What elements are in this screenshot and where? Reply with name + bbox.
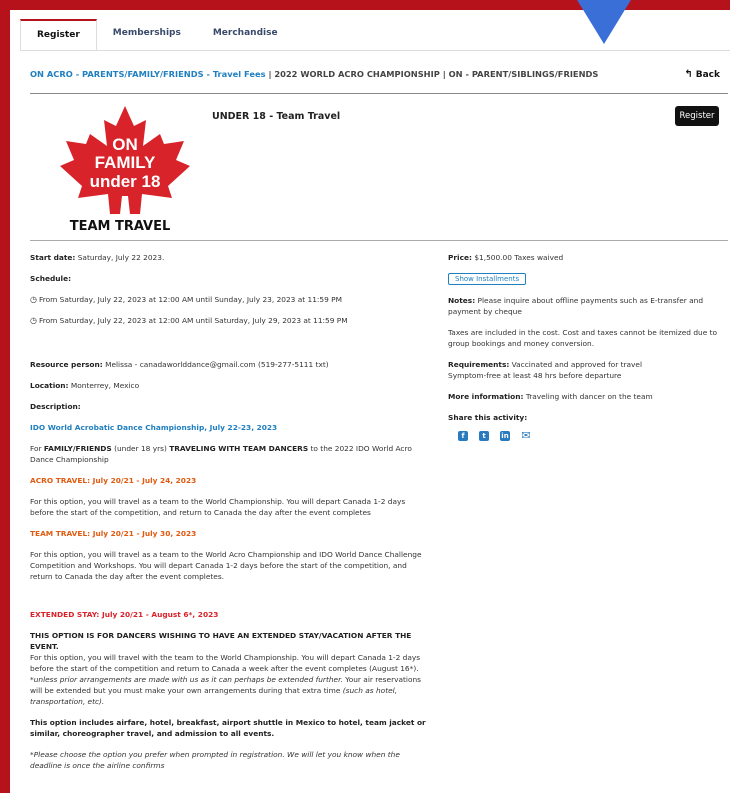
extended-stay-body: For this option, you will travel with th… [30,653,421,673]
price: Price: $1,500.00 Taxes waived [448,252,730,263]
clock-icon: ◷ [30,316,37,325]
breadcrumb-separator: | [442,69,446,79]
twitter-icon[interactable]: t [479,431,489,441]
description-intro: For FAMILY/FRIENDS (under 18 yrs) TRAVEL… [30,443,430,465]
mail-icon[interactable]: ✉ [521,430,531,441]
back-button[interactable]: ↰ Back [684,69,720,80]
breadcrumb-separator: | [268,69,272,79]
start-date-value: Saturday, July 22 2023. [77,253,165,262]
activity-card: Register Memberships Merchandise ON ACRO… [10,12,730,793]
schedule-label: Schedule: [30,273,430,284]
requirements: Requirements: Vaccinated and approved fo… [448,359,730,381]
start-date-label: Start date: [30,253,76,262]
clock-icon: ◷ [30,295,37,304]
notes-value: Please inquire about offline payments su… [448,296,704,316]
schedule-item: ◷ From Saturday, July 22, 2023 at 12:00 A… [30,294,430,305]
includes-bold: This option includes airfare, hotel, bre… [30,718,426,738]
tab-register[interactable]: Register [20,19,97,51]
extended-stay-text: THIS OPTION IS FOR DANCERS WISHING TO HA… [30,630,430,707]
left-accent-bar [0,0,10,793]
start-date: Start date: Saturday, July 22 2023. [30,252,430,263]
schedule-item-text: From Saturday, July 22, 2023 at 12:00 AM… [38,295,342,304]
share-icons: f t in ✉ [458,430,730,441]
requirements-value: Vaccinated and approved for travel [511,360,643,369]
back-arrow-icon: ↰ [684,69,693,80]
location-value: Monterrey, Mexico [70,381,140,390]
location: Location: Monterrey, Mexico [30,380,430,391]
intro-text: For [30,444,44,453]
price-value: $1,500.00 Taxes waived [474,253,564,262]
extended-stay-bold: THIS OPTION IS FOR DANCERS WISHING TO HA… [30,631,412,651]
schedule-item-text: From Saturday, July 22, 2023 at 12:00 AM… [38,316,348,325]
maple-leaf-logo: ON FAMILY under 18 TEAM TRAVEL [60,106,190,234]
description-heading: IDO World Acrobatic Dance Championship, … [30,423,278,432]
location-label: Location: [30,381,69,390]
more-info-value: Traveling with dancer on the team [525,392,653,401]
breadcrumb-item: 2022 WORLD ACRO CHAMPIONSHIP [274,69,440,79]
resource-person: Resource person: Melissa - canadaworldda… [30,359,430,370]
description-label: Description: [30,401,430,412]
activity-title: UNDER 18 - Team Travel [212,111,341,122]
includes-text: This option includes airfare, hotel, bre… [30,717,430,739]
breadcrumb-item: ON - PARENT/SIBLINGS/FRIENDS [448,69,599,79]
logo-text-family: FAMILY [95,153,156,172]
logo-text-under18: under 18 [90,172,161,191]
show-installments-button[interactable]: Show Installments [448,273,527,285]
breadcrumb: ON ACRO - PARENTS/FAMILY/FRIENDS - Trave… [30,69,598,79]
logo-text-team-travel: TEAM TRAVEL [70,219,171,234]
schedule-label-text: Schedule: [30,274,72,283]
schedule-item: ◷ From Saturday, July 22, 2023 at 12:00 A… [30,315,430,326]
footnote: *Please choose the option you prefer whe… [30,749,430,771]
header-divider [30,93,728,94]
activity-logo: ON FAMILY under 18 TEAM TRAVEL [50,104,200,234]
acro-travel-heading: ACRO TRAVEL: July 20/21 - July 24, 2023 [30,476,197,485]
notes: Notes: Please inquire about offline paym… [448,295,730,317]
resource-label: Resource person: [30,360,103,369]
notes-label: Notes: [448,296,476,305]
tab-memberships[interactable]: Memberships [97,19,197,51]
intro-bold: TRAVELING WITH TEAM DANCERS [169,444,309,453]
more-information: More information: Traveling with dancer … [448,391,730,402]
details-column: Start date: Saturday, July 22 2023. Sche… [30,252,430,781]
linkedin-icon[interactable]: in [500,431,510,441]
share-label: Share this activity: [448,412,730,423]
intro-text: (under 18 yrs) [111,444,170,453]
tab-merchandise[interactable]: Merchandise [197,19,294,51]
requirements-label: Requirements: [448,360,510,369]
extended-stay-heading: EXTENDED STAY: July 20/21 - August 6*, 2… [30,610,219,619]
team-travel-text: For this option, you will travel as a te… [30,550,422,581]
register-button[interactable]: Register [675,106,719,126]
requirements-value: Symptom-free at least 48 hrs before depa… [448,371,622,380]
extended-stay-italic: *unless prior arrangements are made with… [30,675,343,684]
share-label-text: Share this activity: [448,413,528,422]
details-divider [30,240,728,241]
team-travel-heading: TEAM TRAVEL: July 20/21 - July 30, 2023 [30,529,197,538]
logo-text-on: ON [112,135,138,154]
side-column: Price: $1,500.00 Taxes waived Show Insta… [448,252,730,441]
acro-travel-text: For this option, you will travel as a te… [30,497,406,517]
overlay-arrow-shape [571,0,637,44]
price-label: Price: [448,253,472,262]
tabs-divider [20,50,730,51]
footnote-text: *Please choose the option you prefer whe… [30,750,400,770]
intro-bold: FAMILY/FRIENDS [43,444,112,453]
back-label: Back [695,70,720,80]
breadcrumb-link[interactable]: ON ACRO - PARENTS/FAMILY/FRIENDS - Trave… [30,69,266,79]
more-info-label: More information: [448,392,524,401]
resource-value: Melissa - canadaworlddance@gmail.com (51… [105,360,329,369]
taxes-text: Taxes are included in the cost. Cost and… [448,328,718,348]
description-label-text: Description: [30,402,81,411]
facebook-icon[interactable]: f [458,431,468,441]
tab-bar: Register Memberships Merchandise [20,19,294,51]
